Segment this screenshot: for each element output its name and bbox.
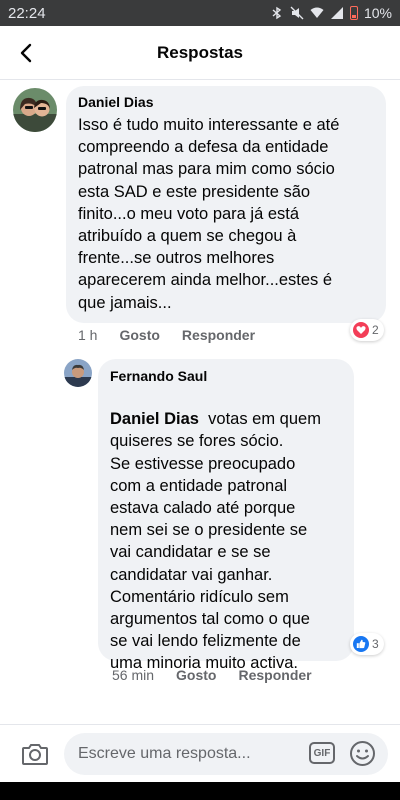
heart-icon [353, 322, 369, 338]
back-arrow-icon [20, 43, 32, 63]
comment-time: 56 min [112, 667, 155, 683]
like-icon [353, 636, 369, 652]
comment-bubble[interactable]: Daniel Dias Isso é tudo muito interessan… [66, 86, 386, 323]
reaction-summary[interactable]: 2 [350, 319, 384, 341]
avatar[interactable] [13, 88, 57, 132]
system-nav-bar [0, 782, 400, 800]
battery-icon [349, 6, 358, 20]
emoji-icon[interactable] [349, 740, 376, 767]
comment-actions: 1 h Gosto Responder [78, 327, 277, 343]
reply-composer: GIF [0, 724, 400, 782]
comment-author[interactable]: Daniel Dias [78, 94, 374, 110]
gif-button[interactable]: GIF [309, 742, 335, 764]
battery-percent: 10% [363, 5, 392, 21]
camera-icon[interactable] [20, 739, 50, 769]
reaction-summary[interactable]: 3 [350, 633, 384, 655]
comment-text: Daniel Dias votas em quem quiseres se fo… [110, 386, 342, 697]
comment-time: 1 h [78, 327, 98, 343]
avatar-photo [13, 88, 57, 132]
back-button[interactable] [8, 34, 46, 72]
mute-icon [290, 6, 304, 20]
avatar[interactable] [64, 359, 92, 387]
status-time: 22:24 [8, 4, 46, 22]
page-title: Respostas [157, 42, 243, 62]
avatar-photo [64, 359, 92, 387]
reaction-count: 3 [372, 637, 379, 651]
comment-bubble[interactable]: Fernando Saul Daniel Dias votas em quem … [98, 359, 354, 672]
header: Respostas [0, 26, 400, 80]
comment-reply: Fernando Saul Daniel Dias votas em quem … [0, 355, 400, 700]
like-button[interactable]: Gosto [176, 667, 216, 683]
wifi-icon [310, 7, 324, 18]
comment-text: Isso é tudo muito interessante e até com… [78, 116, 340, 312]
comment-actions: 56 min Gosto Responder [112, 667, 334, 683]
comment-text-first-line: votas em quem [198, 410, 321, 429]
status-icons: 10% [270, 5, 392, 21]
reply-button[interactable]: Responder [238, 667, 311, 683]
reply-input[interactable] [64, 733, 388, 775]
reaction-count: 2 [372, 323, 379, 337]
mention-link[interactable]: Daniel Dias [110, 410, 199, 428]
comment-text-rest: quiseres se fores sócio. Se estivesse pr… [110, 432, 310, 673]
status-bar: 22:24 10% [0, 0, 400, 26]
comment: Daniel Dias Isso é tudo muito interessan… [0, 80, 400, 360]
reply-button[interactable]: Responder [182, 327, 255, 343]
comment-author[interactable]: Fernando Saul [110, 368, 342, 384]
signal-icon [330, 7, 343, 19]
like-button[interactable]: Gosto [119, 327, 159, 343]
bluetooth-icon [272, 6, 282, 20]
